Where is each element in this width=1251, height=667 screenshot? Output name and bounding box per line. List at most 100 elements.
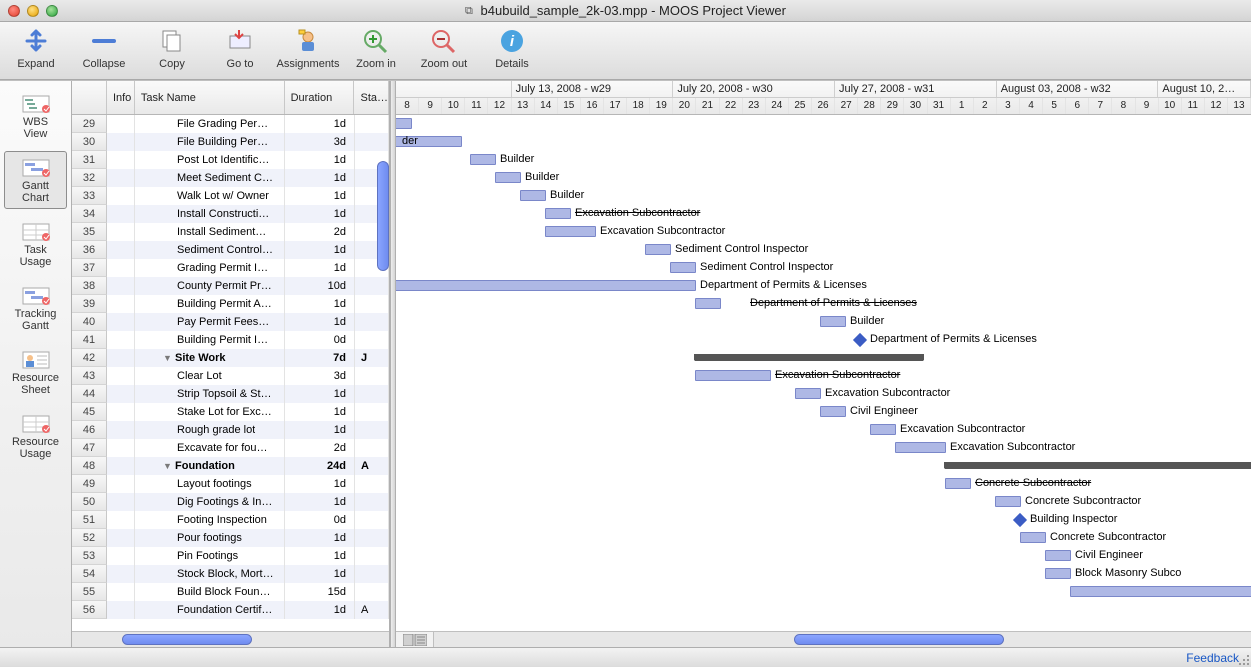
- cell-duration[interactable]: 2d: [285, 223, 355, 241]
- cell-duration[interactable]: 15d: [285, 583, 355, 601]
- cell-taskname[interactable]: File Grading Per…: [135, 115, 285, 133]
- cell-duration[interactable]: 3d: [285, 367, 355, 385]
- gantt-task-bar[interactable]: [545, 226, 596, 237]
- table-vscroll[interactable]: [375, 161, 391, 341]
- cell-duration[interactable]: 3d: [285, 133, 355, 151]
- gantt-task-bar[interactable]: [1070, 586, 1251, 597]
- cell-taskname[interactable]: Footing Inspection: [135, 511, 285, 529]
- table-row[interactable]: 44Strip Topsoil & St…1d: [72, 385, 389, 403]
- cell-duration[interactable]: 1d: [285, 187, 355, 205]
- table-hscroll-track[interactable]: [72, 632, 389, 647]
- col-duration[interactable]: Duration: [285, 81, 355, 114]
- gantt-view-switch[interactable]: [396, 632, 434, 647]
- cell-start[interactable]: [355, 421, 389, 439]
- zoomout-button[interactable]: Zoom out: [416, 26, 472, 70]
- cell-taskname[interactable]: Strip Topsoil & St…: [135, 385, 285, 403]
- gantt-hscroll-thumb[interactable]: [794, 634, 1004, 645]
- zoom-window-button[interactable]: [46, 5, 58, 17]
- cell-taskname[interactable]: Stake Lot for Exc…: [135, 403, 285, 421]
- cell-taskname[interactable]: Install Constructi…: [135, 205, 285, 223]
- table-row[interactable]: 46Rough grade lot1d: [72, 421, 389, 439]
- table-vscroll-thumb[interactable]: [377, 161, 389, 271]
- cell-duration[interactable]: 1d: [285, 385, 355, 403]
- cell-taskname[interactable]: Walk Lot w/ Owner: [135, 187, 285, 205]
- cell-taskname[interactable]: Install Sediment…: [135, 223, 285, 241]
- gantt-task-bar[interactable]: [1045, 568, 1071, 579]
- sidebar-item-ressheet[interactable]: ResourceSheet: [4, 343, 67, 401]
- cell-duration[interactable]: 1d: [285, 115, 355, 133]
- cell-taskname[interactable]: Grading Permit I…: [135, 259, 285, 277]
- cell-duration[interactable]: 1d: [285, 493, 355, 511]
- sidebar-item-trgantt[interactable]: TrackingGantt: [4, 279, 67, 337]
- gantt-task-bar[interactable]: [895, 442, 946, 453]
- cell-start[interactable]: [355, 493, 389, 511]
- table-row[interactable]: 36Sediment Control…1d: [72, 241, 389, 259]
- table-row[interactable]: 35Install Sediment…2d: [72, 223, 389, 241]
- col-taskname[interactable]: Task Name: [135, 81, 285, 114]
- table-row[interactable]: 38County Permit Pr…10d: [72, 277, 389, 295]
- gantt-task-bar[interactable]: [945, 478, 971, 489]
- table-row[interactable]: 39Building Permit A…1d: [72, 295, 389, 313]
- cell-taskname[interactable]: County Permit Pr…: [135, 277, 285, 295]
- sidebar-item-resusage[interactable]: ResourceUsage: [4, 407, 67, 465]
- cell-taskname[interactable]: ▼Site Work: [135, 349, 285, 367]
- cell-duration[interactable]: 1d: [285, 259, 355, 277]
- table-row[interactable]: 48▼Foundation24dA: [72, 457, 389, 475]
- cell-start[interactable]: [355, 115, 389, 133]
- gantt-task-bar[interactable]: [545, 208, 571, 219]
- cell-taskname[interactable]: Meet Sediment C…: [135, 169, 285, 187]
- gantt-milestone[interactable]: [853, 333, 867, 347]
- gantt-task-bar[interactable]: [396, 280, 696, 291]
- gantt-task-bar[interactable]: [645, 244, 671, 255]
- cell-start[interactable]: [355, 511, 389, 529]
- cell-duration[interactable]: 1d: [285, 601, 355, 619]
- cell-duration[interactable]: 1d: [285, 547, 355, 565]
- cell-duration[interactable]: 1d: [285, 565, 355, 583]
- col-rownum[interactable]: [72, 81, 107, 114]
- gantt-task-bar[interactable]: [520, 190, 546, 201]
- sidebar-item-taskuse[interactable]: TaskUsage: [4, 215, 67, 273]
- sidebar-item-wbs[interactable]: WBSView: [4, 87, 67, 145]
- details-button[interactable]: iDetails: [484, 26, 540, 70]
- cell-taskname[interactable]: Stock Block, Mort…: [135, 565, 285, 583]
- minimize-window-button[interactable]: [27, 5, 39, 17]
- cell-start[interactable]: [355, 583, 389, 601]
- cell-taskname[interactable]: Building Permit A…: [135, 295, 285, 313]
- cell-taskname[interactable]: File Building Per…: [135, 133, 285, 151]
- cell-duration[interactable]: 1d: [285, 151, 355, 169]
- gantt-task-bar[interactable]: [396, 118, 412, 129]
- table-row[interactable]: 54Stock Block, Mort…1d: [72, 565, 389, 583]
- table-row[interactable]: 31Post Lot Identific…1d: [72, 151, 389, 169]
- cell-duration[interactable]: 1d: [285, 241, 355, 259]
- table-row[interactable]: 53Pin Footings1d: [72, 547, 389, 565]
- cell-duration[interactable]: 24d: [285, 457, 355, 475]
- cell-taskname[interactable]: ▼Foundation: [135, 457, 285, 475]
- cell-start[interactable]: [355, 529, 389, 547]
- cell-taskname[interactable]: Post Lot Identific…: [135, 151, 285, 169]
- expand-button[interactable]: Expand: [8, 26, 64, 70]
- cell-taskname[interactable]: Layout footings: [135, 475, 285, 493]
- col-info[interactable]: Info: [107, 81, 135, 114]
- cell-duration[interactable]: 7d: [285, 349, 355, 367]
- cell-taskname[interactable]: Building Permit I…: [135, 331, 285, 349]
- gantt-task-bar[interactable]: [695, 370, 771, 381]
- expand-arrow-icon[interactable]: ▼: [163, 353, 173, 363]
- close-window-button[interactable]: [8, 5, 20, 17]
- table-row[interactable]: 30File Building Per…3d: [72, 133, 389, 151]
- cell-taskname[interactable]: Dig Footings & In…: [135, 493, 285, 511]
- cell-duration[interactable]: 0d: [285, 511, 355, 529]
- gantt-task-bar[interactable]: [470, 154, 496, 165]
- goto-button[interactable]: Go to: [212, 26, 268, 70]
- gantt-body[interactable]: derBuilderBuilderBuilderExcavation Subco…: [396, 115, 1251, 647]
- table-row[interactable]: 34Install Constructi…1d: [72, 205, 389, 223]
- assignments-button[interactable]: Assignments: [280, 26, 336, 70]
- gantt-task-bar[interactable]: [995, 496, 1021, 507]
- cell-start[interactable]: [355, 133, 389, 151]
- cell-start[interactable]: J: [355, 349, 389, 367]
- zoomin-button[interactable]: Zoom in: [348, 26, 404, 70]
- table-row[interactable]: 45Stake Lot for Exc…1d: [72, 403, 389, 421]
- gantt-task-bar[interactable]: [870, 424, 896, 435]
- table-hscroll-thumb[interactable]: [122, 634, 252, 645]
- cell-taskname[interactable]: Pin Footings: [135, 547, 285, 565]
- sidebar-item-gantt[interactable]: GanttChart: [4, 151, 67, 209]
